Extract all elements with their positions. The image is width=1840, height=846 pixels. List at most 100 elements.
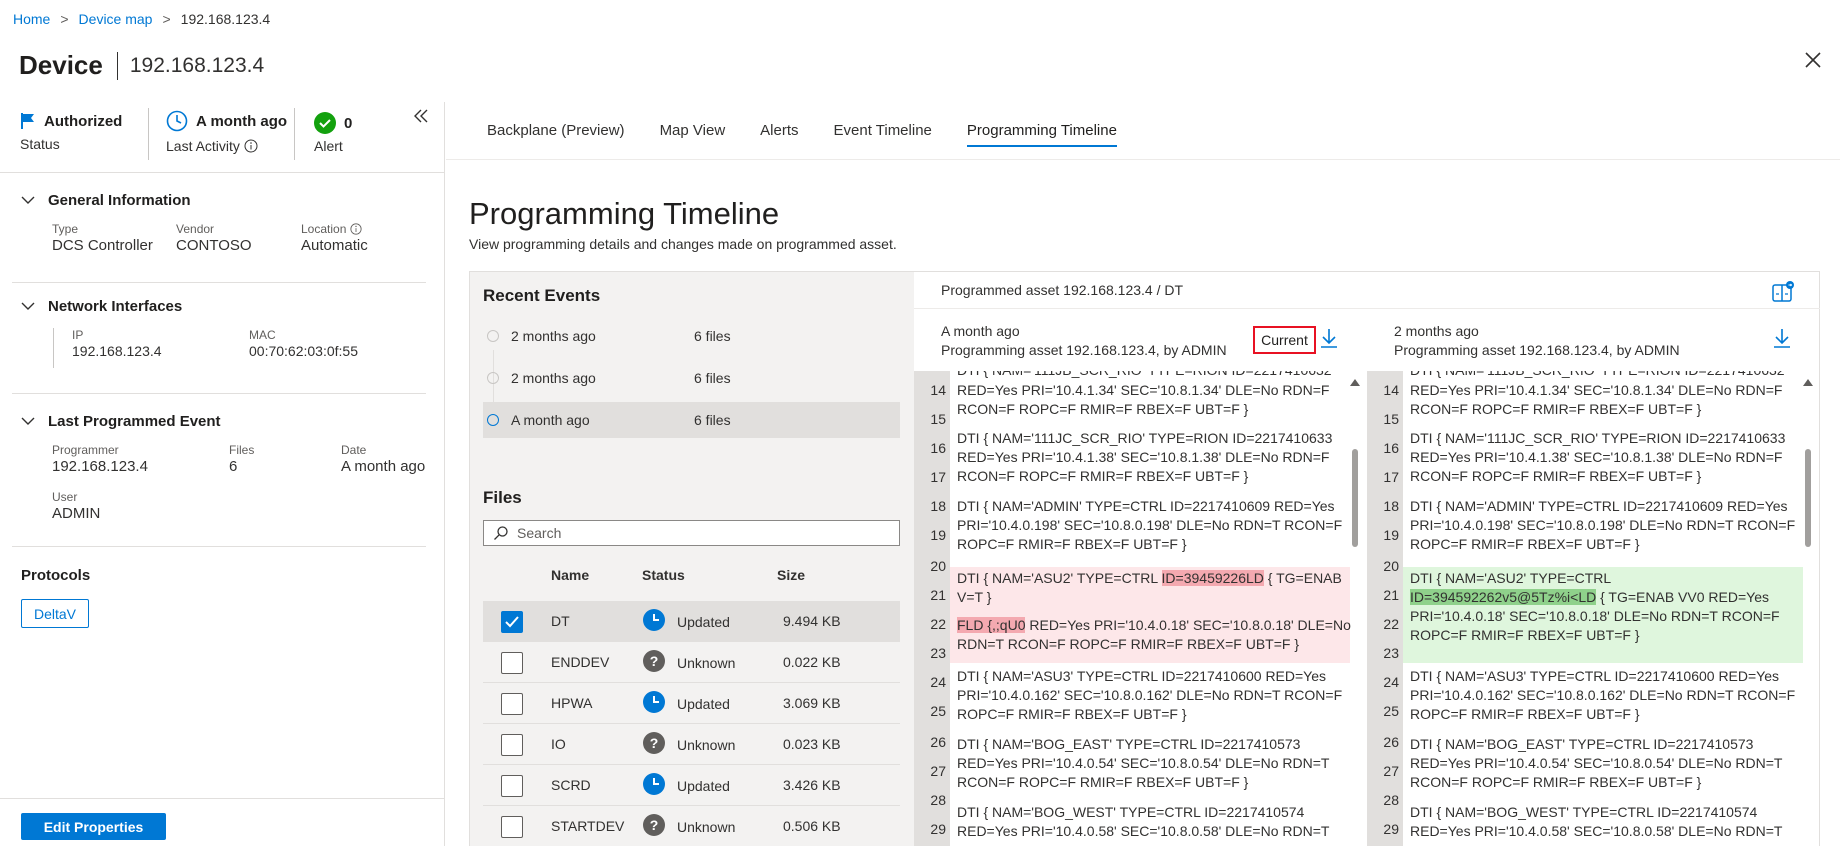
added-code: DTI { NAM='ASU2' TYPE=CTRL ID=394592262v… xyxy=(1410,569,1805,645)
status-value: Authorized xyxy=(44,112,123,130)
summary-divider xyxy=(148,108,149,160)
file-row[interactable]: SCRD Updated 3.426 KB xyxy=(483,765,900,806)
line-number: 21 xyxy=(930,587,946,603)
last-programmed-header[interactable]: Last Programmed Event xyxy=(21,413,221,430)
tab-bar: Backplane (Preview) Map View Alerts Even… xyxy=(487,122,1152,147)
line-number: 16 xyxy=(930,440,946,456)
ip-value: 192.168.123.4 xyxy=(72,343,162,359)
edit-properties-button[interactable]: Edit Properties xyxy=(21,813,166,840)
download-icon[interactable] xyxy=(1320,328,1338,348)
line-number: 27 xyxy=(930,763,946,779)
file-checkbox[interactable] xyxy=(501,816,523,838)
line-number: 26 xyxy=(930,734,946,750)
line-number: 14 xyxy=(930,382,946,398)
network-interfaces-title: Network Interfaces xyxy=(48,298,183,315)
line-number: 20 xyxy=(1383,558,1399,574)
tab-map-view[interactable]: Map View xyxy=(660,122,726,147)
left-scrollbar-thumb[interactable] xyxy=(1352,449,1358,547)
info-icon[interactable] xyxy=(350,223,362,235)
event-files: 6 files xyxy=(694,328,731,344)
download-icon[interactable] xyxy=(1773,328,1791,348)
svg-text:?: ? xyxy=(650,817,659,833)
breadcrumb-separator: > xyxy=(162,11,171,27)
breadcrumb-device-map[interactable]: Device map xyxy=(79,11,153,27)
files-value: 6 xyxy=(229,458,238,475)
file-checkbox[interactable] xyxy=(501,693,523,715)
divider xyxy=(12,546,426,547)
files-label: Files xyxy=(229,443,255,457)
current-badge: Current xyxy=(1253,326,1316,354)
scroll-up-arrow[interactable] xyxy=(1350,379,1360,386)
event-item[interactable]: 2 months ago 6 files xyxy=(483,360,900,396)
event-dot xyxy=(487,372,499,384)
network-interfaces-header[interactable]: Network Interfaces xyxy=(21,298,182,315)
mac-label: MAC xyxy=(249,328,276,342)
page-title: Programming Timeline xyxy=(469,196,780,231)
breadcrumb-home[interactable]: Home xyxy=(13,11,50,27)
code-block: DTI { NAM='BOG_EAST' TYPE=CTRL ID=221741… xyxy=(1410,736,1783,790)
right-version-by: Programming asset 192.168.123.4, by ADMI… xyxy=(1394,342,1680,358)
divider xyxy=(0,172,445,173)
left-code-pane[interactable]: DTI { NAM='111JB_SCR_RIO' TYPE=RION ID=2… xyxy=(914,371,1352,846)
event-dot xyxy=(487,330,499,342)
activity-label: Last Activity xyxy=(166,138,240,154)
file-checkbox[interactable] xyxy=(501,734,523,756)
event-item-selected[interactable]: A month ago 6 files xyxy=(483,402,900,438)
file-row[interactable]: HPWA Updated 3.069 KB xyxy=(483,683,900,724)
line-number: 15 xyxy=(1383,411,1399,427)
type-label: Type xyxy=(52,222,79,236)
right-version-info: 2 months ago Programming asset 192.168.1… xyxy=(1394,322,1680,360)
breadcrumb: Home > Device map > 192.168.123.4 xyxy=(13,11,270,27)
column-header-status[interactable]: Status xyxy=(642,567,685,583)
file-row[interactable]: DT Updated 9.494 KB xyxy=(483,601,900,642)
right-version-time: 2 months ago xyxy=(1394,323,1479,339)
tab-divider xyxy=(446,159,1840,160)
ip-label: IP xyxy=(72,328,84,342)
code-block: DTI { NAM='ASU3' TYPE=CTRL ID=2217410600… xyxy=(957,668,1343,722)
tab-event-timeline[interactable]: Event Timeline xyxy=(834,122,932,147)
scroll-up-arrow[interactable] xyxy=(1803,379,1813,386)
left-version-time: A month ago xyxy=(941,323,1020,339)
file-checkbox[interactable] xyxy=(501,611,523,633)
file-checkbox[interactable] xyxy=(501,652,523,674)
file-size: 3.426 KB xyxy=(783,777,841,793)
code-block: DTI { NAM='BOG_EAST' TYPE=CTRL ID=221741… xyxy=(957,736,1330,790)
column-header-name[interactable]: Name xyxy=(551,567,589,583)
user-value: ADMIN xyxy=(52,505,101,522)
file-status: Unknown xyxy=(677,819,736,835)
type-value: DCS Controller xyxy=(52,237,153,254)
mac-value: 00:70:62:03:0f:55 xyxy=(249,343,358,359)
file-status: Unknown xyxy=(677,655,736,671)
summary-divider xyxy=(294,108,295,160)
search-input[interactable] xyxy=(517,525,877,541)
file-row[interactable]: IO ? Unknown 0.023 KB xyxy=(483,724,900,765)
info-icon[interactable] xyxy=(244,139,258,153)
search-box[interactable] xyxy=(483,520,900,546)
date-field: Date A month ago xyxy=(341,443,425,475)
event-time: 2 months ago xyxy=(511,370,596,386)
file-row[interactable]: STARTDEV ? Unknown 0.506 KB xyxy=(483,806,900,846)
protocol-tag[interactable]: DeltaV xyxy=(21,599,89,628)
general-info-header[interactable]: General Information xyxy=(21,192,191,209)
programmer-value: 192.168.123.4 xyxy=(52,458,148,475)
code-block: DTI { NAM='ADMIN' TYPE=CTRL ID=221741060… xyxy=(1410,498,1796,552)
code-text: PRI='10.4.0.18' SEC='10.8.0.18' DLE=No R… xyxy=(1410,608,1780,624)
line-number: 15 xyxy=(930,411,946,427)
column-header-size[interactable]: Size xyxy=(777,567,805,583)
file-checkbox[interactable] xyxy=(501,775,523,797)
file-row[interactable]: ENDDEV ? Unknown 0.022 KB xyxy=(483,642,900,683)
divider xyxy=(0,798,445,799)
tab-programming-timeline[interactable]: Programming Timeline xyxy=(966,122,1118,147)
right-code-pane[interactable]: DTI { NAM='111JB_SCR_RIO' TYPE=RION ID=2… xyxy=(1367,371,1805,846)
search-icon xyxy=(494,526,508,540)
file-name: SCRD xyxy=(551,777,591,793)
right-scrollbar-thumb[interactable] xyxy=(1805,449,1811,547)
last-programmed-title: Last Programmed Event xyxy=(48,413,221,430)
line-number: 24 xyxy=(930,674,946,690)
collapse-panel-icon[interactable] xyxy=(413,108,429,124)
tab-backplane[interactable]: Backplane (Preview) xyxy=(487,122,625,147)
close-icon[interactable] xyxy=(1803,50,1823,70)
side-by-side-icon[interactable] xyxy=(1771,280,1795,304)
tab-alerts[interactable]: Alerts xyxy=(760,122,798,147)
event-item[interactable]: 2 months ago 6 files xyxy=(483,318,900,354)
